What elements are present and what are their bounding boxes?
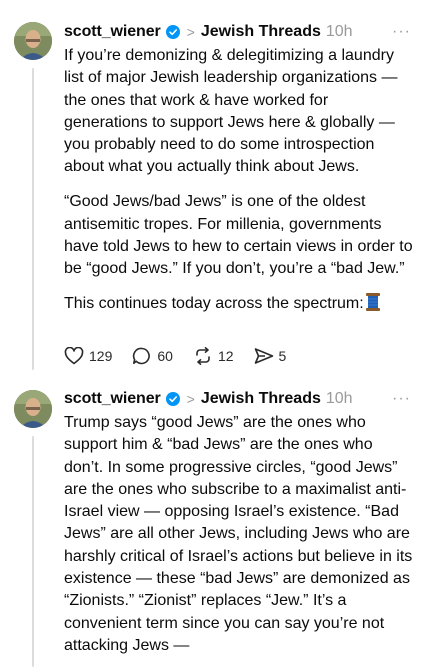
- thread-connector-line: [32, 68, 34, 370]
- post-body: If you’re demonizing & delegitimizing a …: [64, 45, 416, 315]
- repost-count: 12: [217, 348, 234, 364]
- post-paragraph: If you’re demonizing & delegitimizing a …: [64, 47, 398, 176]
- avatar-photo-icon: [14, 22, 52, 60]
- repost-icon: [196, 347, 210, 365]
- verified-badge-icon: [165, 25, 180, 39]
- post-paragraph: “Good Jews/bad Jews” is one of the oldes…: [64, 193, 413, 278]
- post-header: scott_wiener > Jewish Threads 10h ···: [64, 21, 411, 43]
- post-body: Trump says “good Jews” are the ones who …: [64, 412, 416, 657]
- like-count: 129: [89, 348, 113, 364]
- share-count: 5: [278, 348, 287, 364]
- avatar[interactable]: [14, 390, 52, 428]
- post-timestamp: 10h: [325, 23, 353, 40]
- chevron-right-icon: >: [186, 24, 195, 40]
- reply-count: 60: [157, 348, 173, 364]
- community-name[interactable]: Jewish Threads: [201, 21, 321, 43]
- post-timestamp: 10h: [325, 390, 353, 407]
- more-options-icon[interactable]: ···: [392, 388, 411, 410]
- post-header: scott_wiener > Jewish Threads 10h ···: [64, 388, 411, 410]
- post-actions: 129 60 12 5: [64, 347, 306, 365]
- post-paragraph: Trump says “good Jews” are the ones who …: [64, 414, 413, 654]
- share-button[interactable]: 5: [254, 347, 287, 365]
- comment-icon: [133, 347, 151, 365]
- verified-badge-icon: [165, 392, 180, 406]
- thread-connector-line: [32, 436, 34, 667]
- community-name[interactable]: Jewish Threads: [201, 388, 321, 410]
- repost-button[interactable]: 12: [193, 347, 234, 365]
- post-paragraph: This continues today across the spectrum…: [64, 292, 416, 315]
- reply-button[interactable]: 60: [132, 347, 173, 365]
- chevron-right-icon: >: [186, 391, 195, 407]
- share-icon: [254, 348, 273, 364]
- avatar[interactable]: [14, 22, 52, 60]
- username[interactable]: scott_wiener: [64, 388, 161, 410]
- like-button[interactable]: 129: [64, 347, 112, 365]
- spool-of-thread-icon: [365, 292, 380, 311]
- more-options-icon[interactable]: ···: [392, 21, 411, 43]
- heart-icon: [64, 347, 84, 365]
- username[interactable]: scott_wiener: [64, 21, 161, 43]
- avatar-photo-icon: [14, 390, 52, 428]
